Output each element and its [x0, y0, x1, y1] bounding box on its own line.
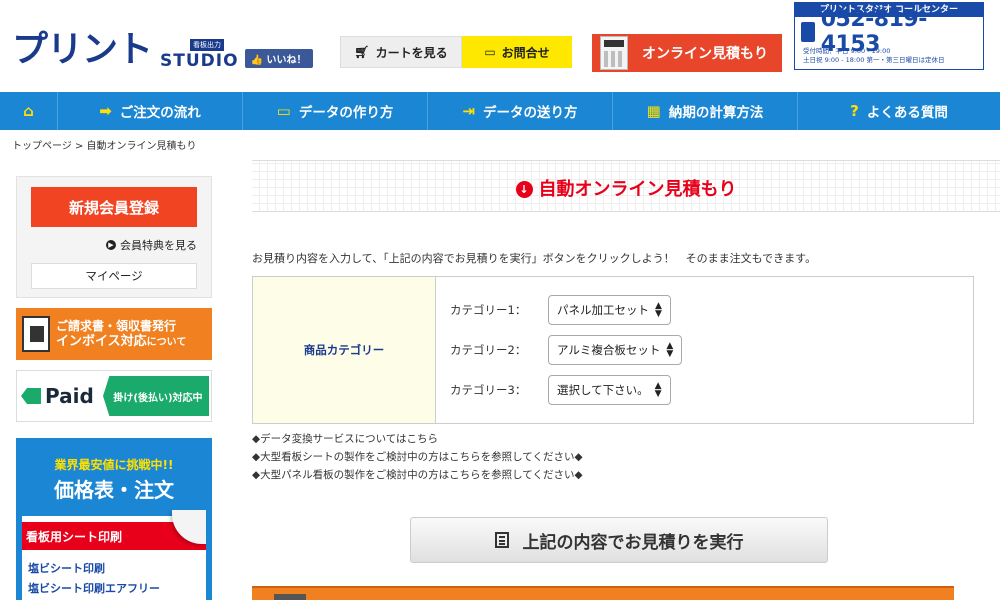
invoice-line2: インボイス対応について [56, 334, 186, 351]
invoice-document-icon [22, 316, 50, 352]
category-3-value: 選択して下さい。 [557, 383, 649, 397]
page-title: ↓ 自動オンライン見積もり [252, 175, 1000, 201]
price-subtitle: 業界最安値に挑戦中!! [54, 458, 174, 472]
site-logo[interactable]: プリント 看板出力 STUDIO 👍 いいね！ [12, 30, 313, 70]
category-2-select[interactable]: アルミ複合板セット ▲ ▼ [548, 335, 683, 365]
category-1-select[interactable]: パネル加工セット ▲ ▼ [548, 295, 671, 325]
online-quote-label: オンライン見積もり [642, 46, 768, 62]
paid-banner[interactable]: Paid 掛け(後払い)対応中 [16, 370, 212, 422]
paid-logo: Paid [21, 384, 103, 408]
nav-data-sending-label: データの送り方 [483, 105, 578, 121]
cart-label: カートを見る [375, 45, 448, 60]
note-data-conversion[interactable]: ◆データ変換サービスについてはこちら [252, 430, 583, 448]
monitor-icon: ▭ [484, 45, 496, 59]
arrow-down-circle-icon: ↓ [515, 181, 533, 198]
logo-badge: 看板出力 [190, 39, 225, 51]
cart-button[interactable]: 🛒︎ カートを見る [340, 36, 462, 68]
phone-icon [801, 22, 815, 42]
paid-logo-icon [21, 388, 41, 404]
callcenter-box: プリントスタジオ コールセンター 052-819-4153 受付時間：平日 9:… [794, 2, 984, 70]
calculator-icon [494, 532, 509, 548]
member-benefits-label: 会員特典を見る [120, 239, 197, 252]
price-list-inner: 看板用シート印刷 塩ビシート印刷 塩ビシート印刷エアフリー [22, 510, 206, 600]
member-box: 新規会員登録 ▶ 会員特典を見る マイページ [16, 176, 212, 298]
callcenter-hours-2: 土日祝 9:00 - 18:00 第一・第三日曜日は定休日 [803, 56, 945, 64]
execute-quote-label: 上記の内容でお見積りを実行 [522, 532, 744, 553]
category-row-1: カテゴリー1： パネル加工セット ▲ ▼ [450, 295, 671, 325]
select-arrows-icon: ▲ ▼ [666, 341, 674, 359]
arrow-right-icon: ➡ [99, 102, 112, 120]
home-icon: ⌂ [23, 102, 34, 120]
category-header: 商品カテゴリー [253, 277, 436, 423]
register-button[interactable]: 新規会員登録 [31, 187, 197, 227]
price-link-pvc-airfree[interactable]: 塩ビシート印刷エアフリー [28, 580, 160, 596]
calendar-icon: ▦ [646, 102, 661, 120]
mypage-button[interactable]: マイページ [31, 263, 197, 289]
nav-order-flow-label: ご注文の流れ [119, 105, 201, 121]
category-1-label: カテゴリー1： [450, 303, 527, 317]
result-panel-top [252, 586, 954, 600]
paid-logo-text: Paid [45, 384, 94, 408]
contact-label: お問合せ [501, 45, 550, 60]
invoice-banner[interactable]: ご請求書・領収書発行 インボイス対応について [16, 308, 212, 360]
nav-faq-label: よくある質問 [866, 105, 948, 121]
note-large-panel[interactable]: ◆大型パネル看板の製作をご検討中の方はこちらを参照してください◆ [252, 466, 583, 484]
select-arrows-icon: ▲ ▼ [654, 381, 662, 399]
logo-studio-text: STUDIO [160, 51, 239, 71]
contact-button[interactable]: ▭ お問合せ [462, 36, 572, 68]
nav-home[interactable]: ⌂ [0, 92, 58, 130]
execute-quote-button[interactable]: 上記の内容でお見積りを実行 [410, 517, 828, 563]
category-row-3: カテゴリー3： 選択して下さい。 ▲ ▼ [450, 375, 671, 405]
instruction-text: お見積り内容を入力して、「上記の内容でお見積りを実行」ボタンをクリックしよう！ … [252, 252, 817, 265]
category-row-2: カテゴリー2： アルミ複合板セット ▲ ▼ [450, 335, 683, 365]
member-benefits-link[interactable]: ▶ 会員特典を見る [106, 237, 197, 253]
nav-faq[interactable]: ? よくある質問 [798, 92, 1000, 130]
invoice-text: ご請求書・領収書発行 インボイス対応について [56, 318, 186, 351]
cart-icon: 🛒︎ [354, 45, 370, 59]
note-large-sheet[interactable]: ◆大型看板シートの製作をご検討中の方はこちらを参照してください◆ [252, 448, 583, 466]
question-icon: ? [850, 102, 859, 120]
category-1-value: パネル加工セット [557, 303, 649, 317]
invoice-line1: ご請求書・領収書発行 [56, 318, 177, 333]
send-icon: ⇥ [462, 102, 476, 120]
logo-studio: 看板出力 STUDIO [160, 39, 239, 70]
result-panel-icon [274, 594, 306, 600]
category-3-label: カテゴリー3： [450, 383, 527, 397]
nav-data-creation-label: データの作り方 [298, 105, 394, 121]
select-arrows-icon: ▲ ▼ [655, 301, 662, 319]
site-header: プリント 看板出力 STUDIO 👍 いいね！ 🛒︎ カートを見る ▭ お問合せ… [0, 0, 1000, 92]
main-nav: ⌂ ➡ ご注文の流れ ▭ データの作り方 ⇥ データの送り方 ▦ 納期の計算方法… [0, 92, 1000, 130]
callcenter-phone-row[interactable]: 052-819-4153 [795, 7, 983, 57]
invoice-line2-main: インボイス対応 [56, 333, 147, 349]
price-link-pvc-sheet[interactable]: 塩ビシート印刷 [28, 560, 105, 576]
category-2-label: カテゴリー2： [450, 343, 527, 357]
nav-delivery-calc[interactable]: ▦ 納期の計算方法 [613, 92, 798, 130]
price-title: 価格表・注文 [54, 478, 174, 502]
nav-order-flow[interactable]: ➡ ご注文の流れ [58, 92, 243, 130]
category-3-select[interactable]: 選択して下さい。 ▲ ▼ [548, 375, 671, 405]
chevron-right-icon: ▶ [106, 240, 116, 250]
nav-data-creation[interactable]: ▭ データの作り方 [243, 92, 428, 130]
like-button[interactable]: 👍 いいね！ [244, 49, 313, 68]
calculator-icon [600, 36, 628, 70]
monitor-icon: ▭ [276, 102, 291, 120]
paid-tag: 掛け(後払い)対応中 [103, 376, 209, 416]
nav-delivery-calc-label: 納期の計算方法 [668, 105, 764, 121]
page-title-text: 自動オンライン見積もり [538, 179, 737, 200]
category-body: カテゴリー1： パネル加工セット ▲ ▼ カテゴリー2： アルミ複合板セット ▲ ▼… [436, 277, 973, 423]
logo-text: プリント [12, 29, 153, 70]
price-list-box: 業界最安値に挑戦中!! 価格表・注文 看板用シート印刷 塩ビシート印刷 塩ビシー… [16, 438, 212, 600]
nav-data-sending[interactable]: ⇥ データの送り方 [428, 92, 613, 130]
category-table: 商品カテゴリー カテゴリー1： パネル加工セット ▲ ▼ カテゴリー2： アルミ複… [252, 276, 974, 424]
online-quote-button[interactable]: オンライン見積もり [592, 34, 782, 72]
page-title-box: ↓ 自動オンライン見積もり [252, 160, 1000, 212]
invoice-line2-small: について [146, 336, 187, 348]
notes-list: ◆データ変換サービスについてはこちら ◆大型看板シートの製作をご検討中の方はこち… [252, 430, 583, 484]
category-2-value: アルミ複合板セット [557, 343, 661, 357]
like-label: いいね！ [266, 55, 307, 66]
breadcrumb[interactable]: トップページ > 自動オンライン見積もり [12, 137, 197, 152]
